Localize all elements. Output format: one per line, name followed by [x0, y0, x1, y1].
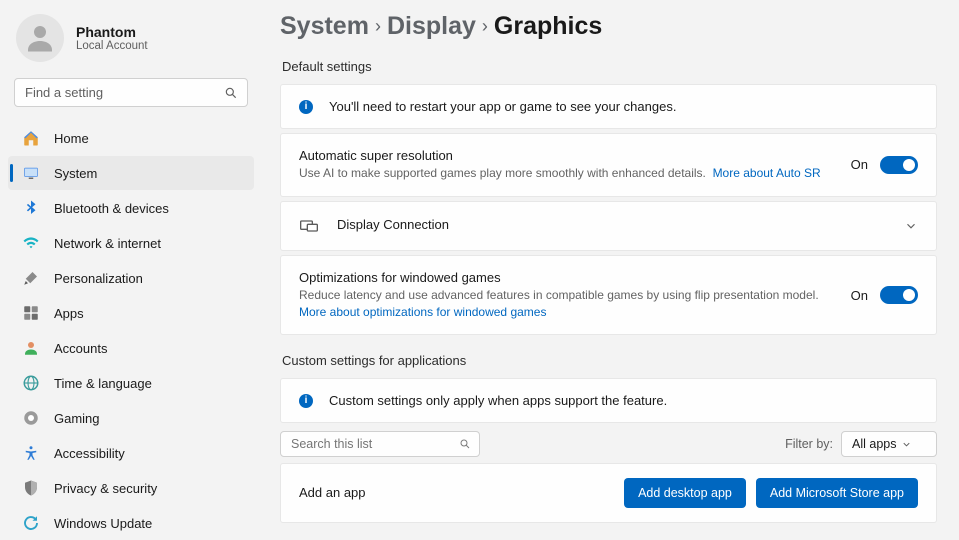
- windowed-opt-title: Optimizations for windowed games: [299, 270, 837, 285]
- sidebar-item-label: Apps: [54, 306, 84, 321]
- app-list-search-input[interactable]: [280, 431, 480, 457]
- sidebar-item-apps[interactable]: Apps: [8, 296, 254, 330]
- chevron-down-icon: [901, 439, 912, 450]
- app-list-controls: Filter by: All apps: [280, 431, 937, 457]
- auto-sr-title: Automatic super resolution: [299, 148, 837, 163]
- add-app-card: Add an app Add desktop app Add Microsoft…: [280, 463, 937, 523]
- breadcrumb-system[interactable]: System: [280, 12, 369, 41]
- add-ms-store-app-button[interactable]: Add Microsoft Store app: [756, 478, 918, 508]
- info-icon: i: [299, 394, 313, 408]
- chevron-right-icon: ›: [375, 16, 381, 37]
- filter-label: Filter by:: [785, 437, 833, 451]
- custom-settings-title: Custom settings for applications: [282, 353, 937, 368]
- restart-info-text: You'll need to restart your app or game …: [329, 99, 676, 114]
- filter-select[interactable]: All apps: [841, 431, 937, 457]
- windowed-opt-toggle[interactable]: [880, 286, 918, 304]
- sidebar-item-system[interactable]: System: [8, 156, 254, 190]
- profile-block[interactable]: Phantom Local Account: [8, 8, 254, 72]
- chevron-down-icon: [904, 219, 918, 233]
- sidebar-item-accounts[interactable]: Accounts: [8, 331, 254, 365]
- auto-sr-desc: Use AI to make supported games play more…: [299, 166, 706, 180]
- profile-sub: Local Account: [76, 40, 148, 52]
- sidebar-item-label: Accessibility: [54, 446, 125, 461]
- sidebar-item-label: Bluetooth & devices: [54, 201, 169, 216]
- system-icon: [22, 164, 40, 182]
- nav-list: Home System Bluetooth & devices Network …: [8, 121, 254, 540]
- breadcrumb-current: Graphics: [494, 12, 602, 41]
- bluetooth-icon: [22, 199, 40, 217]
- sidebar-item-label: Time & language: [54, 376, 152, 391]
- windowed-opt-desc: Reduce latency and use advanced features…: [299, 288, 819, 302]
- sidebar-item-personalization[interactable]: Personalization: [8, 261, 254, 295]
- sidebar-item-label: Home: [54, 131, 89, 146]
- chevron-right-icon: ›: [482, 16, 488, 37]
- custom-info-text: Custom settings only apply when apps sup…: [329, 393, 667, 408]
- restart-info-card: i You'll need to restart your app or gam…: [280, 84, 937, 129]
- auto-sr-link[interactable]: More about Auto SR: [713, 166, 821, 180]
- windowed-opt-card: Optimizations for windowed games Reduce …: [280, 255, 937, 336]
- breadcrumb: System › Display › Graphics: [280, 4, 937, 55]
- sidebar-search-wrap: [14, 78, 248, 107]
- sidebar-item-label: System: [54, 166, 97, 181]
- breadcrumb-display[interactable]: Display: [387, 12, 476, 41]
- apps-icon: [22, 304, 40, 322]
- paintbrush-icon: [22, 269, 40, 287]
- sidebar-item-privacy[interactable]: Privacy & security: [8, 471, 254, 505]
- sidebar-item-time-language[interactable]: Time & language: [8, 366, 254, 400]
- info-icon: i: [299, 100, 313, 114]
- default-settings-title: Default settings: [282, 59, 937, 74]
- windowed-opt-toggle-label: On: [851, 288, 868, 303]
- person-icon: [22, 20, 58, 56]
- add-app-title: Add an app: [299, 485, 366, 500]
- filter-value: All apps: [852, 437, 896, 451]
- custom-info-card: i Custom settings only apply when apps s…: [280, 378, 937, 423]
- wifi-icon: [22, 234, 40, 252]
- gaming-icon: [22, 409, 40, 427]
- auto-sr-toggle-label: On: [851, 157, 868, 172]
- main-content: System › Display › Graphics Default sett…: [262, 0, 959, 540]
- sidebar-item-label: Accounts: [54, 341, 107, 356]
- sidebar-item-label: Gaming: [54, 411, 100, 426]
- sidebar-item-bluetooth[interactable]: Bluetooth & devices: [8, 191, 254, 225]
- sidebar-item-home[interactable]: Home: [8, 121, 254, 155]
- globe-icon: [22, 374, 40, 392]
- accessibility-icon: [22, 444, 40, 462]
- display-connection-card[interactable]: Display Connection: [280, 201, 937, 251]
- auto-sr-card: Automatic super resolution Use AI to mak…: [280, 133, 937, 197]
- sidebar-item-label: Privacy & security: [54, 481, 157, 496]
- sidebar-item-label: Windows Update: [54, 516, 152, 531]
- sidebar-item-label: Personalization: [54, 271, 143, 286]
- home-icon: [22, 129, 40, 147]
- sidebar-item-label: Network & internet: [54, 236, 161, 251]
- sidebar-search-input[interactable]: [14, 78, 248, 107]
- display-connection-title: Display Connection: [337, 217, 886, 232]
- sidebar-item-gaming[interactable]: Gaming: [8, 401, 254, 435]
- search-icon: [224, 86, 238, 100]
- accounts-icon: [22, 339, 40, 357]
- sidebar-item-network[interactable]: Network & internet: [8, 226, 254, 260]
- sidebar-item-windows-update[interactable]: Windows Update: [8, 506, 254, 540]
- auto-sr-toggle[interactable]: [880, 156, 918, 174]
- avatar: [16, 14, 64, 62]
- sidebar: Phantom Local Account Home System Blueto…: [0, 0, 262, 540]
- windowed-opt-link[interactable]: More about optimizations for windowed ga…: [299, 305, 546, 319]
- shield-icon: [22, 479, 40, 497]
- search-icon: [459, 438, 471, 450]
- update-icon: [22, 514, 40, 532]
- display-connection-icon: [299, 216, 319, 236]
- add-desktop-app-button[interactable]: Add desktop app: [624, 478, 746, 508]
- sidebar-item-accessibility[interactable]: Accessibility: [8, 436, 254, 470]
- profile-name: Phantom: [76, 24, 148, 40]
